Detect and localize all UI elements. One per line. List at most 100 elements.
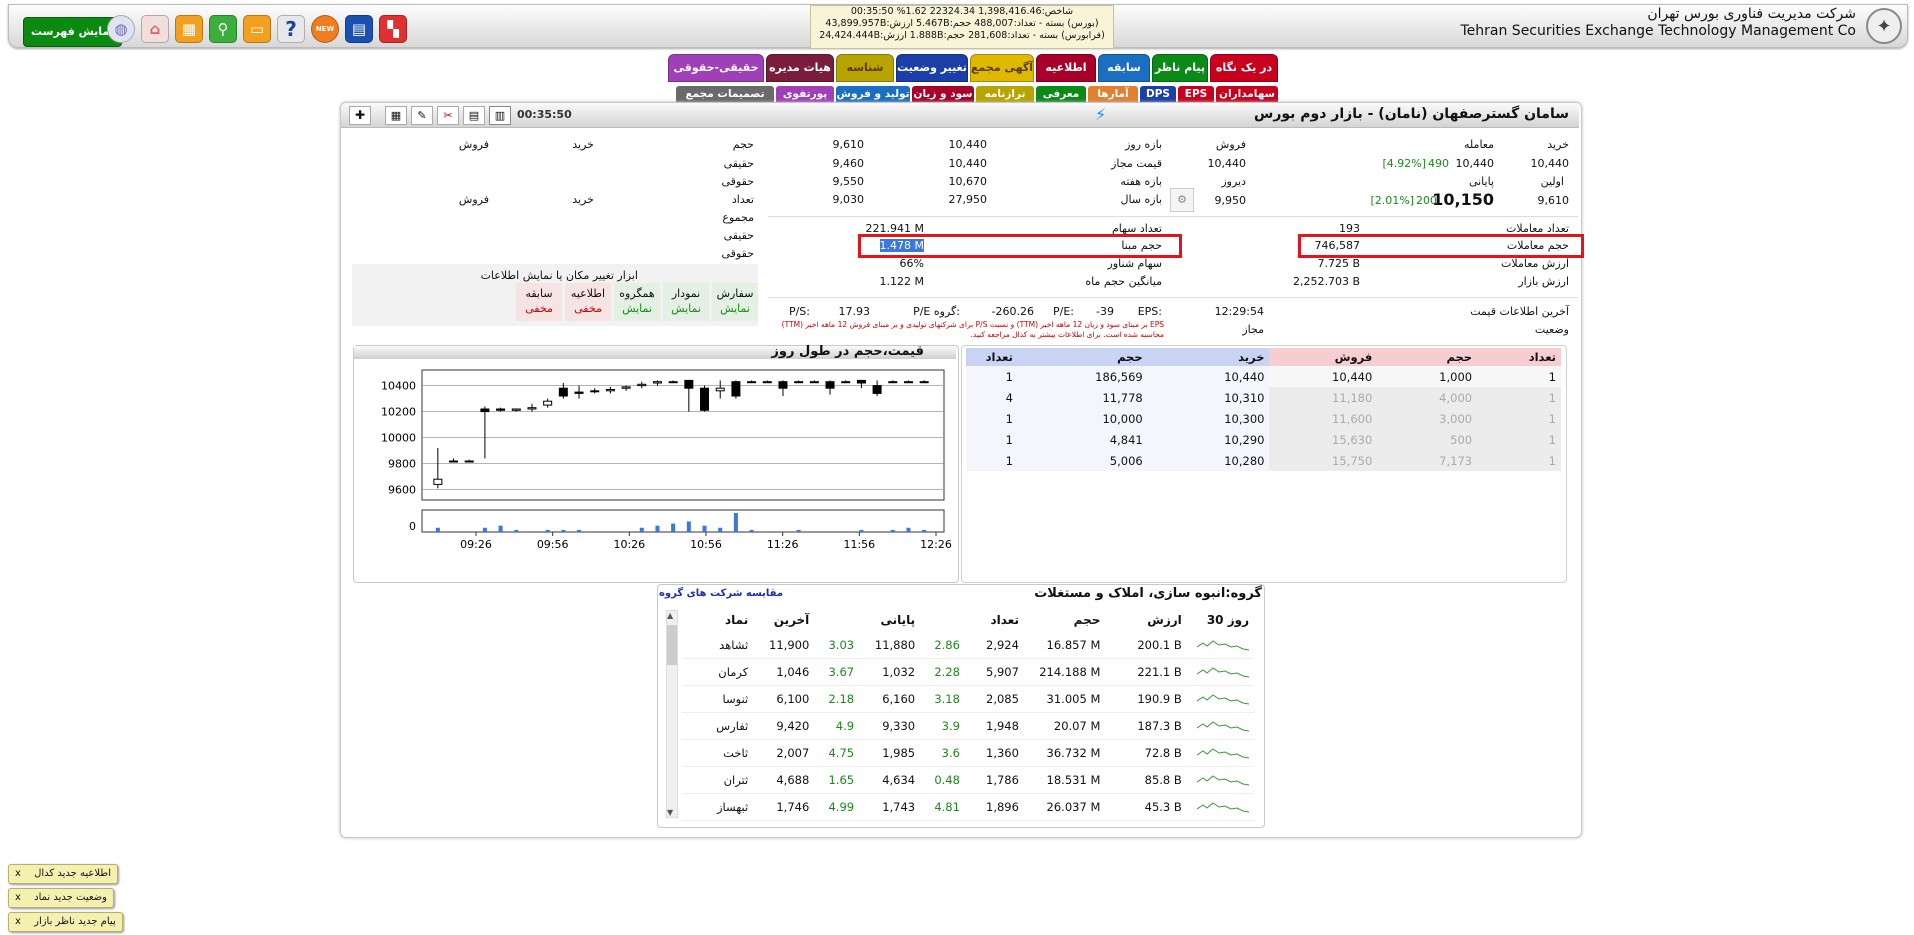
subtab-4[interactable]: آمارها: [1088, 86, 1138, 103]
tab-7[interactable]: شناسه: [836, 54, 894, 82]
tool-toggle-3[interactable]: همگروه نمایش: [614, 283, 660, 321]
trades-volume-label: حجم معاملات: [1506, 239, 1569, 252]
tool-toggle-2[interactable]: نمودار نمایش: [663, 283, 709, 321]
subtab-8[interactable]: تولید و فروش: [836, 86, 910, 103]
candle-body: [856, 379, 866, 384]
candle-body: [605, 389, 615, 392]
tool-toggle-1[interactable]: سفارش نمایش: [712, 283, 758, 321]
orderbook-cell: 11,778: [1017, 387, 1148, 408]
volume-tick-label: 0: [409, 520, 416, 533]
candle-body: [574, 391, 584, 394]
price-volume-chart: 10400 10200 10000 9800 9600 0 09:26 09:56 10:26 1…: [381, 369, 952, 551]
subtab-5[interactable]: معرفی: [1036, 86, 1086, 103]
group-cell: 9,420: [753, 712, 815, 740]
edit-icon[interactable]: ✎: [411, 106, 433, 125]
group-row[interactable]: ثتران 4,688 1.65 4,634 0.48 1,786 18.531 M 85.8…: [682, 766, 1254, 794]
tab-2[interactable]: پیام ناظر: [1152, 54, 1208, 82]
tool-toggle-4[interactable]: اطلاعیه مخفی: [565, 283, 611, 321]
settings-sliders-icon[interactable]: ⚙: [1170, 188, 1194, 212]
group-cell: 2,007: [753, 739, 815, 767]
subtab-2[interactable]: EPS: [1178, 86, 1214, 103]
orderbook-row: 4 11,778 10,310 11,180 4,000 1: [966, 387, 1561, 408]
group-cell: ثفارس: [682, 712, 754, 740]
subtab-7[interactable]: سود و زیان: [912, 86, 974, 103]
compare-group-link[interactable]: مقایسه شرکت های گروه: [659, 588, 783, 599]
orderbook-cell: 1: [1477, 429, 1561, 450]
subtab-9[interactable]: پورتفوی: [776, 86, 834, 103]
calc-small-icon[interactable]: ▦: [385, 106, 407, 125]
orderbook-cell: 11,600: [1269, 408, 1378, 429]
tab-9[interactable]: حقیقی-حقوقی: [668, 54, 764, 82]
notification-toast[interactable]: اطلاعیه جدید کدال x: [8, 864, 119, 884]
tab-4[interactable]: اطلاعیه: [1036, 54, 1096, 82]
globe-icon[interactable]: ◍: [107, 15, 135, 43]
orderbook-cell: 11,180: [1269, 387, 1378, 408]
tab-1[interactable]: در یک نگاه: [1210, 54, 1278, 82]
subtab-1[interactable]: سهامداران: [1216, 86, 1278, 103]
search-icon[interactable]: ⚲: [209, 15, 237, 43]
float-label: سهام شناور: [1107, 257, 1162, 270]
calculator-icon[interactable]: ▦: [175, 15, 203, 43]
new-badge-icon[interactable]: NEW: [311, 15, 339, 43]
candle-body: [543, 400, 553, 406]
market-value-label: ارزش بازار: [1518, 275, 1569, 288]
volume-bar: [749, 529, 754, 532]
group-cell: 221.1 B: [1105, 658, 1187, 686]
group-row[interactable]: ثشاهد 11,900 3.03 11,880 2.86 2,924 16.857 M 20…: [682, 632, 1254, 659]
x-tick-label: 11:26: [767, 538, 799, 551]
chart-icon[interactable]: ▤: [345, 15, 373, 43]
subtab-10[interactable]: تصمیمات مجمع: [676, 86, 774, 103]
group-cell: 2.18: [814, 685, 860, 713]
add-icon[interactable]: ✚: [349, 106, 371, 125]
scroll-thumb[interactable]: [667, 625, 677, 665]
tab-5[interactable]: آگهی مجمع: [970, 54, 1034, 82]
sparkline-30day: [1186, 632, 1254, 659]
candle-body: [590, 390, 600, 393]
group-cell: 4.9: [814, 712, 860, 740]
tool-toggle-5[interactable]: سابقه مخفی: [516, 283, 562, 321]
index-line-2: (بورس) بسته - تعداد:488,007 حجم:5.467B ا…: [825, 18, 1099, 29]
tab-3[interactable]: سابقه: [1098, 54, 1150, 82]
group-row[interactable]: ثنوسا 6,100 2.18 6,160 3.18 2,085 31.005 M 190.…: [682, 685, 1254, 713]
close-icon[interactable]: x: [15, 892, 24, 903]
orderbook-cell: 1: [1477, 387, 1561, 408]
group-cell: کرمان: [682, 658, 754, 686]
subtab-6[interactable]: ترازنامه: [976, 86, 1034, 103]
notification-toast[interactable]: پیام جدید ناظر بازار x: [8, 912, 123, 932]
group-cell: 2,085: [964, 685, 1024, 713]
group-scrollbar[interactable]: ▲ ▼: [666, 610, 678, 818]
close-icon[interactable]: x: [15, 916, 24, 927]
grid-icon[interactable]: ▚: [379, 15, 407, 43]
group-row[interactable]: ثبهساز 1,746 4.99 1,743 4.81 1,896 26.037 M 45.…: [682, 793, 1254, 821]
group-header: نماد: [725, 613, 749, 627]
scroll-up-icon[interactable]: ▲: [667, 611, 673, 620]
client-buy-header: خرید: [572, 138, 594, 151]
notification-toast[interactable]: وضعیت جدید نماد x: [8, 888, 114, 908]
subtab-3[interactable]: DPS: [1140, 86, 1176, 103]
orderbook-header: حجم: [1017, 348, 1148, 366]
group-header: تعداد: [990, 613, 1019, 627]
group-cell: 1,746: [753, 793, 815, 821]
candle-body: [700, 387, 710, 411]
candle-body: [794, 381, 804, 384]
help-icon[interactable]: ?: [277, 15, 305, 43]
tool-name: نمودار: [671, 287, 701, 300]
home-icon[interactable]: ⌂: [141, 15, 169, 43]
close-icon[interactable]: x: [15, 868, 24, 879]
layout-icon[interactable]: ▤: [463, 106, 485, 125]
group-row[interactable]: ثاخت 2,007 4.75 1,985 3.6 1,360 36.732 M 72.8 B: [682, 739, 1254, 767]
group-row[interactable]: کرمان 1,046 3.67 1,032 2.28 5,907 214.188 M 221…: [682, 658, 1254, 686]
tab-6[interactable]: تغییر وضعیت: [896, 54, 968, 82]
group-pe-value: 17.93: [838, 305, 871, 318]
tab-8[interactable]: هیات مدیره: [766, 54, 834, 82]
scroll-down-icon[interactable]: ▼: [667, 808, 673, 817]
group-header: 30 روز: [1206, 613, 1249, 627]
y-tick-label: 10000: [381, 432, 416, 445]
client-count-real: حقیقی: [723, 229, 754, 242]
group-row[interactable]: ثفارس 9,420 4.9 9,330 3.9 1,948 20.07 M 187.3 B: [682, 712, 1254, 740]
sparkline-30day: [1186, 766, 1254, 794]
chat-icon[interactable]: ▭: [243, 15, 271, 43]
tools-icon[interactable]: ✂: [437, 106, 459, 125]
volume-bar: [435, 527, 440, 532]
bar-chart-icon[interactable]: ▥: [489, 106, 511, 125]
